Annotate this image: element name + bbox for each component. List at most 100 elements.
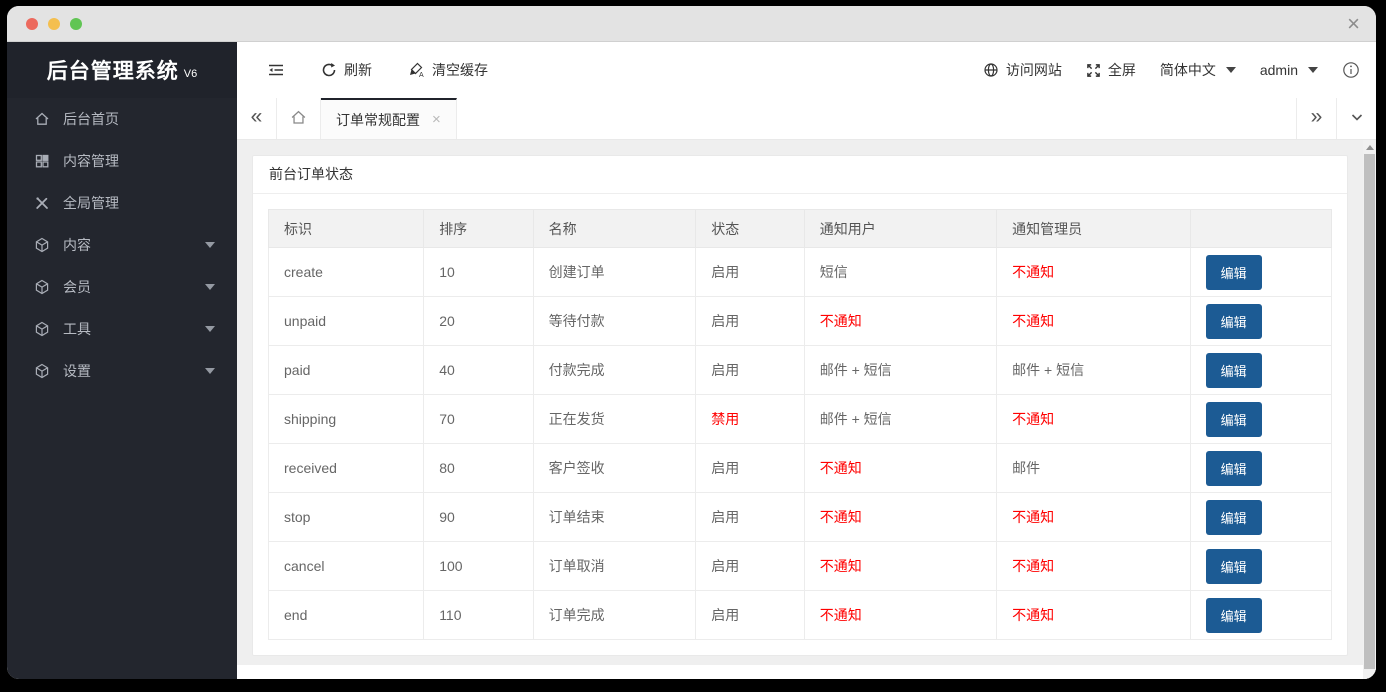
tab-home[interactable] <box>277 98 321 139</box>
cell-actions: 编辑 <box>1189 541 1333 591</box>
cell-key: received <box>267 443 425 493</box>
cell-notify-admin: 不通知 <box>996 541 1191 591</box>
panel-title: 前台订单状态 <box>253 156 1347 194</box>
info-icon <box>1342 61 1360 79</box>
cell-name: 付款完成 <box>532 345 697 395</box>
cell-key: end <box>267 590 425 640</box>
column-header: 通知用户 <box>803 209 998 248</box>
scrollbar-thumb[interactable] <box>1364 154 1375 669</box>
cube-icon <box>34 237 50 253</box>
scrollbar-up-arrow-icon[interactable] <box>1363 140 1376 154</box>
cell-actions: 编辑 <box>1189 345 1333 395</box>
cell-sort: 40 <box>423 345 534 395</box>
tabs-menu-button[interactable] <box>1336 98 1376 139</box>
visit-site-label: 访问网站 <box>1005 62 1062 78</box>
app-window: × 后台管理系统 V6 后台首页 内容管理 全局管理 内容 会员 工具 设置 刷… <box>7 6 1376 679</box>
edit-button[interactable]: 编辑 <box>1205 597 1262 633</box>
outdent-icon <box>267 62 285 78</box>
cell-name: 客户签收 <box>532 443 697 493</box>
home-icon <box>34 111 50 127</box>
sidebar-item-global-mgmt[interactable]: 全局管理 <box>7 182 237 224</box>
chevron-down-icon <box>1225 67 1236 73</box>
globe-icon <box>983 62 999 78</box>
tabs-scroll-right-button[interactable]: » <box>1296 98 1336 139</box>
cell-sort: 20 <box>423 296 534 346</box>
visit-site-button[interactable]: 访问网站 <box>983 60 1062 80</box>
cell-notify-admin: 不通知 <box>996 296 1191 346</box>
chevron-down-icon <box>1308 67 1318 73</box>
column-header: 名称 <box>532 209 697 248</box>
refresh-button[interactable]: 刷新 <box>321 60 372 80</box>
cell-actions: 编辑 <box>1189 247 1333 297</box>
language-dropdown[interactable]: 简体中文 <box>1160 60 1236 80</box>
cell-sort: 70 <box>423 394 534 444</box>
vertical-scrollbar[interactable] <box>1363 140 1376 679</box>
sidebar-item-content-mgmt[interactable]: 内容管理 <box>7 140 237 182</box>
maximize-traffic-light[interactable] <box>70 17 82 30</box>
cell-name: 订单取消 <box>532 541 697 591</box>
cell-status: 禁用 <box>695 394 805 444</box>
cell-notify-user: 邮件 + 短信 <box>803 394 998 444</box>
window-close-icon[interactable]: × <box>1347 6 1360 42</box>
sidebar-item-label: 设置 <box>63 363 91 379</box>
tab-order-config[interactable]: 订单常规配置 × <box>321 98 457 139</box>
edit-button[interactable]: 编辑 <box>1205 352 1262 388</box>
fullscreen-button[interactable]: 全屏 <box>1086 60 1136 80</box>
titlebar: × <box>7 6 1376 42</box>
sidebar-item-content[interactable]: 内容 <box>7 224 237 266</box>
tab-close-icon[interactable]: × <box>432 111 441 128</box>
edit-button[interactable]: 编辑 <box>1205 254 1262 290</box>
username-label: admin <box>1259 62 1298 78</box>
order-status-panel: 前台订单状态 标识 排序 名称 状态 通知用户 通知管理员 create 10 创建订单 … <box>252 155 1348 656</box>
cell-key: create <box>267 247 425 297</box>
close-traffic-light[interactable] <box>26 17 38 30</box>
tab-spacer <box>457 98 1296 139</box>
chevron-down-icon <box>205 326 215 332</box>
cell-key: paid <box>267 345 425 395</box>
cell-notify-user: 不通知 <box>803 541 998 591</box>
cell-name: 订单结束 <box>532 492 697 542</box>
table-row: paid 40 付款完成 启用 邮件 + 短信 邮件 + 短信 编辑 <box>267 345 1333 395</box>
sidebar-item-tools[interactable]: 工具 <box>7 308 237 350</box>
chevron-down-icon <box>205 284 215 290</box>
cell-actions: 编辑 <box>1189 590 1333 640</box>
sidebar-item-settings[interactable]: 设置 <box>7 350 237 392</box>
cell-status: 启用 <box>695 443 805 493</box>
cell-key: unpaid <box>267 296 425 346</box>
clear-cache-button[interactable]: A 清空缓存 <box>408 60 488 80</box>
edit-button[interactable]: 编辑 <box>1205 450 1262 486</box>
edit-button[interactable]: 编辑 <box>1205 303 1262 339</box>
cell-status: 启用 <box>695 492 805 542</box>
chevron-down-icon <box>205 242 215 248</box>
info-button[interactable] <box>1342 61 1360 79</box>
sidebar-item-dashboard[interactable]: 后台首页 <box>7 98 237 140</box>
sidebar-item-members[interactable]: 会员 <box>7 266 237 308</box>
cube-icon <box>34 279 50 295</box>
cell-status: 启用 <box>695 296 805 346</box>
cell-notify-admin: 不通知 <box>996 590 1191 640</box>
edit-button[interactable]: 编辑 <box>1205 548 1262 584</box>
user-dropdown[interactable]: admin <box>1260 62 1318 78</box>
sidebar-item-label: 全局管理 <box>63 195 119 211</box>
cube-icon <box>34 363 50 379</box>
content-background: 前台订单状态 标识 排序 名称 状态 通知用户 通知管理员 create 10 创建订单 … <box>237 140 1363 665</box>
sidebar-item-label: 工具 <box>63 321 91 337</box>
minimize-traffic-light[interactable] <box>48 17 60 30</box>
app-title: 后台管理系统 <box>46 60 179 83</box>
cell-actions: 编辑 <box>1189 492 1333 542</box>
clear-cache-label: 清空缓存 <box>432 62 488 78</box>
sidebar: 后台管理系统 V6 后台首页 内容管理 全局管理 内容 会员 工具 设置 <box>7 42 237 679</box>
edit-button[interactable]: 编辑 <box>1205 499 1262 535</box>
cell-key: shipping <box>267 394 425 444</box>
tabs-scroll-left-button[interactable]: « <box>237 98 277 139</box>
home-icon <box>290 109 307 129</box>
grid-icon <box>34 153 50 169</box>
chevron-down-icon <box>1350 110 1364 127</box>
tab-bar: « 订单常规配置 × » <box>237 98 1376 140</box>
app-logo: 后台管理系统 V6 <box>7 42 237 98</box>
column-header: 标识 <box>267 209 425 248</box>
edit-button[interactable]: 编辑 <box>1205 401 1262 437</box>
table-row: shipping 70 正在发货 禁用 邮件 + 短信 不通知 编辑 <box>267 394 1333 444</box>
cell-notify-user: 不通知 <box>803 590 998 640</box>
collapse-sidebar-button[interactable] <box>267 62 285 78</box>
